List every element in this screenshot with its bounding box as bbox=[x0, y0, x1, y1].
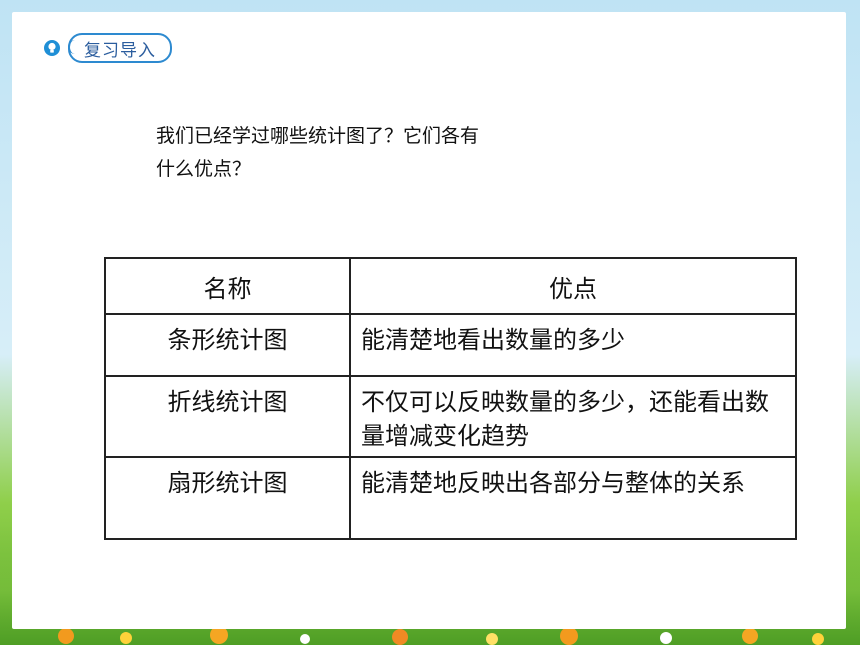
table-header-row: 名称 优点 bbox=[104, 257, 797, 315]
row-merit: 能清楚地反映出各部分与整体的关系 bbox=[349, 456, 797, 540]
row-name: 折线统计图 bbox=[104, 375, 351, 458]
row-merit: 不仅可以反映数量的多少，还能看出数量增减变化趋势 bbox=[349, 375, 797, 458]
row-name: 扇形统计图 bbox=[104, 456, 351, 540]
bulb-icon bbox=[44, 40, 60, 56]
row-merit: 能清楚地看出数量的多少 bbox=[349, 313, 797, 377]
question-line-2: 什么优点？ bbox=[156, 158, 252, 180]
table-row: 条形统计图 能清楚地看出数量的多少 bbox=[104, 313, 797, 377]
table-row: 扇形统计图 能清楚地反映出各部分与整体的关系 bbox=[104, 456, 797, 540]
question-text: 我们已经学过哪些统计图了？它们各有 什么优点？ bbox=[156, 120, 586, 186]
header-name: 名称 bbox=[104, 257, 351, 315]
section-badge-label: 复习导入 bbox=[68, 33, 172, 63]
table-row: 折线统计图 不仅可以反映数量的多少，还能看出数量增减变化趋势 bbox=[104, 375, 797, 458]
question-line-1: 我们已经学过哪些统计图了？它们各有 bbox=[156, 125, 480, 147]
chart-types-table: 名称 优点 条形统计图 能清楚地看出数量的多少 折线统计图 不仅可以反映数量的多… bbox=[104, 257, 797, 540]
row-name: 条形统计图 bbox=[104, 313, 351, 377]
header-merit: 优点 bbox=[349, 257, 797, 315]
section-badge: 复习导入 bbox=[44, 33, 172, 63]
